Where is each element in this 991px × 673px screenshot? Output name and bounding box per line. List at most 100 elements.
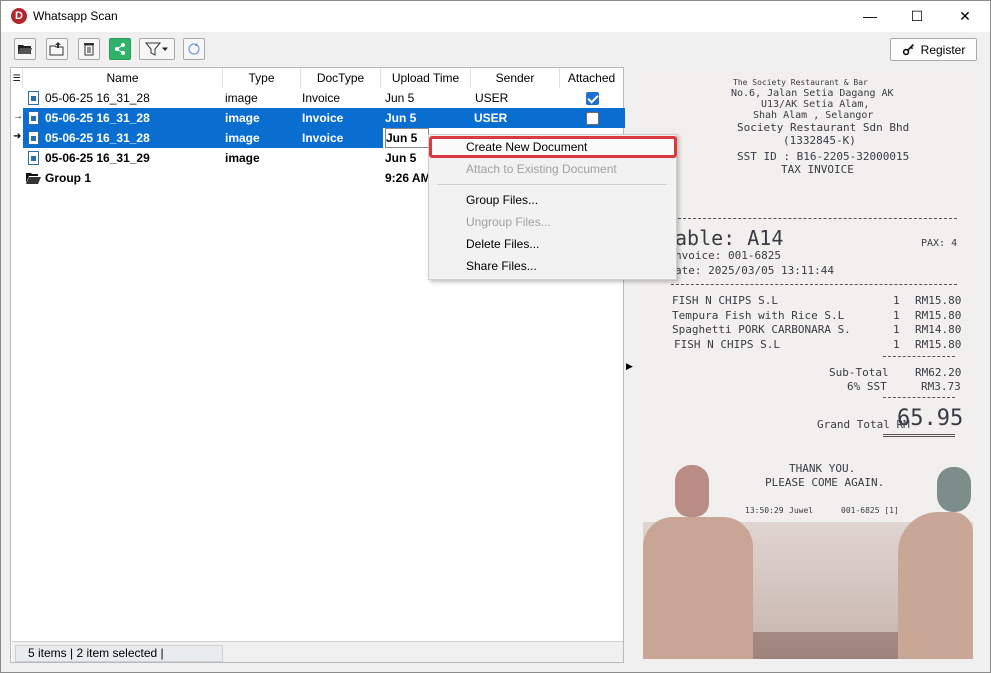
app-window: D Whatsapp Scan — ☐ ✕ Register ☰ Name Ty… — [0, 0, 991, 673]
row-sender: USER — [475, 91, 509, 105]
folder-open-icon — [26, 173, 41, 184]
refresh-icon — [188, 43, 200, 55]
image-preview: The Society Restaurant & Bar No.6, Jalan… — [643, 72, 973, 659]
receipt-again: PLEASE COME AGAIN. — [765, 476, 885, 489]
column-type[interactable]: Type — [223, 68, 301, 88]
image-file-icon — [28, 151, 39, 165]
row-doctype: Invoice — [302, 131, 344, 145]
receipt-footer-user: Juwel — [789, 506, 814, 515]
receipt-line: No.6, Jalan Setia Dagang AK — [731, 88, 894, 99]
row-current-icon: ➜ — [13, 131, 22, 142]
title-bar: D Whatsapp Scan — ☐ ✕ — [1, 1, 990, 32]
table-row[interactable]: 05-06-25 16_31_28 image Invoice Jun 5 US… — [11, 88, 623, 108]
row-type: image — [225, 91, 258, 105]
receipt-item-qty: 1 — [893, 309, 900, 322]
column-attached[interactable]: Attached — [560, 68, 623, 88]
receipt-divider — [673, 218, 957, 219]
receipt-line: TAX INVOICE — [781, 163, 854, 176]
column-header: ☰ Name Type DocType Upload Time Sender A… — [11, 68, 623, 88]
attached-checkbox[interactable] — [586, 92, 599, 105]
receipt-line: The Society Restaurant & Bar — [733, 78, 868, 87]
close-button[interactable]: ✕ — [942, 1, 988, 32]
row-type: image — [225, 111, 260, 125]
row-type: image — [225, 131, 260, 145]
menu-item-delete-files[interactable]: Delete Files... — [429, 233, 676, 255]
receipt-divider — [883, 356, 955, 357]
row-name: 05-06-25 16_31_28 — [45, 131, 150, 145]
receipt-date: ate: 2025/03/05 13:11:44 — [675, 264, 834, 277]
image-file-icon — [28, 131, 39, 145]
column-chooser-icon[interactable]: ☰ — [11, 68, 23, 88]
menu-item-group-files[interactable]: Group Files... — [429, 189, 676, 211]
receipt-item-name: Spaghetti PORK CARBONARA S. — [672, 323, 851, 336]
receipt-item-price: RM14.80 — [915, 323, 962, 336]
receipt-item-price: RM15.80 — [915, 294, 962, 307]
column-sender[interactable]: Sender — [471, 68, 560, 88]
receipt-subtotal-label: Sub-Total — [829, 366, 889, 379]
receipt-item-name: Tempura Fish with Rice S.L — [672, 309, 845, 322]
row-upload-time: 9:26 AM — [385, 171, 431, 185]
receipt-line: U13/AK Setia Alam, — [761, 99, 870, 110]
receipt-item-name: FISH N CHIPS S.L — [672, 294, 778, 307]
column-upload-time[interactable]: Upload Time — [381, 68, 471, 88]
row-upload-time: Jun 5 — [385, 91, 415, 105]
minimize-button[interactable]: — — [847, 1, 893, 32]
trash-icon — [84, 43, 94, 56]
row-name: 05-06-25 16_31_29 — [45, 151, 150, 165]
right-finger — [898, 512, 973, 659]
receipt-grand-label: Grand Total RM — [817, 418, 910, 431]
delete-button[interactable] — [78, 38, 100, 60]
row-name: Group 1 — [45, 171, 92, 185]
left-nail — [675, 465, 709, 517]
status-bar: 5 items | 2 item selected | — [12, 641, 623, 662]
receipt-divider — [883, 434, 955, 437]
row-upload-time: Jun 5 — [385, 111, 417, 125]
receipt-footer-invoice: 001-6825 [1] — [841, 506, 899, 515]
receipt-thanks: THANK YOU. — [789, 462, 856, 475]
row-upload-time: Jun 5 — [385, 128, 429, 148]
open-folder-icon — [18, 45, 32, 54]
folder-export-icon — [49, 42, 64, 56]
receipt-line: Shah Alam , Selangor — [753, 110, 874, 121]
row-type: image — [225, 151, 260, 165]
column-doctype[interactable]: DocType — [301, 68, 381, 88]
table-row[interactable]: → 05-06-25 16_31_28 image Invoice Jun 5 … — [11, 108, 625, 128]
open-folder-button[interactable] — [14, 38, 36, 60]
maximize-button[interactable]: ☐ — [894, 1, 940, 32]
row-doctype: Invoice — [302, 111, 344, 125]
receipt-item-qty: 1 — [893, 323, 900, 336]
row-name: 05-06-25 16_31_28 — [45, 111, 150, 125]
row-doctype: Invoice — [302, 91, 341, 105]
receipt-invoice: nvoice: 001-6825 — [675, 249, 781, 262]
receipt-item-qty: 1 — [893, 338, 900, 351]
row-pointer-icon: → — [13, 111, 23, 122]
context-menu: Create New Document Attach to Existing D… — [428, 134, 677, 280]
receipt-subtotal: RM62.20 — [915, 366, 962, 379]
share-button[interactable] — [109, 38, 131, 60]
menu-item-create-new-document[interactable]: Create New Document — [429, 136, 677, 158]
attached-checkbox[interactable] — [586, 112, 599, 125]
receipt-sst-label: 6% SST — [847, 380, 887, 393]
menu-separator — [437, 184, 667, 185]
receipt-item-price: RM15.80 — [915, 309, 962, 322]
filter-button[interactable] — [139, 38, 175, 60]
export-button[interactable] — [46, 38, 68, 60]
menu-item-share-files[interactable]: Share Files... — [429, 255, 676, 277]
receipt-divider — [883, 397, 955, 398]
column-name[interactable]: Name — [23, 68, 223, 88]
register-button[interactable]: Register — [890, 38, 977, 61]
receipt-sst: RM3.73 — [921, 380, 961, 393]
window-title: Whatsapp Scan — [33, 9, 118, 23]
refresh-button[interactable] — [183, 38, 205, 60]
status-text: 5 items | 2 item selected | — [15, 645, 223, 662]
chevron-right-icon[interactable]: ▶ — [626, 361, 633, 372]
row-name: 05-06-25 16_31_28 — [45, 91, 150, 105]
menu-item-ungroup-files[interactable]: Ungroup Files... — [429, 211, 676, 233]
left-finger — [643, 517, 753, 659]
menu-item-attach-existing-document[interactable]: Attach to Existing Document — [429, 158, 676, 180]
receipt-line: SST ID : B16-2205-32000015 — [737, 150, 910, 163]
app-logo-icon: D — [11, 8, 27, 24]
image-file-icon — [28, 91, 39, 105]
chevron-down-icon — [162, 47, 168, 51]
right-nail — [937, 467, 971, 512]
